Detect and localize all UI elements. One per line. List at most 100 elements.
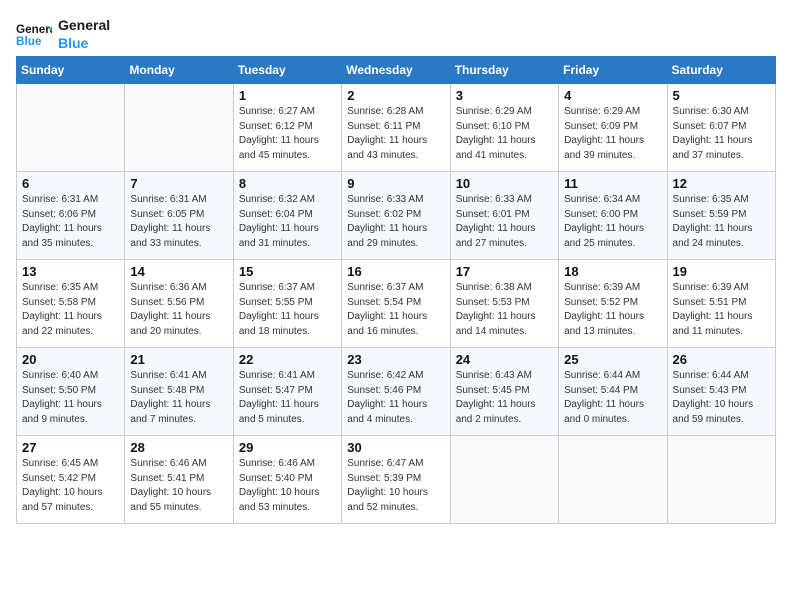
calendar-cell: 25Sunrise: 6:44 AM Sunset: 5:44 PM Dayli… <box>559 348 667 436</box>
day-info: Sunrise: 6:28 AM Sunset: 6:11 PM Dayligh… <box>347 105 444 163</box>
day-number: 8 <box>239 176 336 191</box>
calendar-cell <box>125 84 233 172</box>
day-info: Sunrise: 6:41 AM Sunset: 5:48 PM Dayligh… <box>130 369 227 427</box>
calendar-cell: 4Sunrise: 6:29 AM Sunset: 6:09 PM Daylig… <box>559 84 667 172</box>
calendar-cell <box>17 84 125 172</box>
day-number: 17 <box>456 264 553 279</box>
day-info: Sunrise: 6:37 AM Sunset: 5:54 PM Dayligh… <box>347 281 444 339</box>
day-info: Sunrise: 6:34 AM Sunset: 6:00 PM Dayligh… <box>564 193 661 251</box>
day-number: 28 <box>130 440 227 455</box>
day-info: Sunrise: 6:31 AM Sunset: 6:05 PM Dayligh… <box>130 193 227 251</box>
day-number: 12 <box>673 176 770 191</box>
calendar-cell: 9 Sunrise: 6:33 AM Sunset: 6:02 PM Daylig… <box>342 172 450 260</box>
day-number: 5 <box>673 88 770 103</box>
logo-text-blue: Blue <box>58 34 88 52</box>
day-info: Sunrise: 6:30 AM Sunset: 6:07 PM Dayligh… <box>673 105 770 163</box>
day-info: Sunrise: 6:32 AM Sunset: 6:04 PM Dayligh… <box>239 193 336 251</box>
day-info: Sunrise: 6:29 AM Sunset: 6:10 PM Dayligh… <box>456 105 553 163</box>
calendar-cell: 29 Sunrise: 6:46 AM Sunset: 5:40 PM Dayli… <box>233 436 341 524</box>
day-number: 2 <box>347 88 444 103</box>
column-header-wednesday: Wednesday <box>342 57 450 84</box>
day-info: Sunrise: 6:39 AM Sunset: 5:52 PM Dayligh… <box>564 281 661 339</box>
day-number: 1 <box>239 88 336 103</box>
day-number: 11 <box>564 176 661 191</box>
column-header-sunday: Sunday <box>17 57 125 84</box>
day-info: Sunrise: 6:42 AM Sunset: 5:46 PM Dayligh… <box>347 369 444 427</box>
calendar-cell: 15 Sunrise: 6:37 AM Sunset: 5:55 PM Dayli… <box>233 260 341 348</box>
day-info: Sunrise: 6:41 AM Sunset: 5:47 PM Dayligh… <box>239 369 336 427</box>
calendar-cell: 27 Sunrise: 6:45 AM Sunset: 5:42 PM Dayli… <box>17 436 125 524</box>
day-info: Sunrise: 6:35 AM Sunset: 5:58 PM Dayligh… <box>22 281 119 339</box>
day-number: 29 <box>239 440 336 455</box>
calendar-cell: 8 Sunrise: 6:32 AM Sunset: 6:04 PM Daylig… <box>233 172 341 260</box>
calendar-cell: 10 Sunrise: 6:33 AM Sunset: 6:01 PM Dayli… <box>450 172 558 260</box>
calendar-cell: 19 Sunrise: 6:39 AM Sunset: 5:51 PM Dayli… <box>667 260 775 348</box>
day-number: 7 <box>130 176 227 191</box>
day-info: Sunrise: 6:37 AM Sunset: 5:55 PM Dayligh… <box>239 281 336 339</box>
calendar-cell: 7 Sunrise: 6:31 AM Sunset: 6:05 PM Daylig… <box>125 172 233 260</box>
day-number: 26 <box>673 352 770 367</box>
day-number: 15 <box>239 264 336 279</box>
day-number: 24 <box>456 352 553 367</box>
day-info: Sunrise: 6:45 AM Sunset: 5:42 PM Dayligh… <box>22 457 119 515</box>
calendar-cell: 1 Sunrise: 6:27 AM Sunset: 6:12 PM Daylig… <box>233 84 341 172</box>
day-number: 23 <box>347 352 444 367</box>
column-header-thursday: Thursday <box>450 57 558 84</box>
day-number: 10 <box>456 176 553 191</box>
day-info: Sunrise: 6:29 AM Sunset: 6:09 PM Dayligh… <box>564 105 661 163</box>
day-info: Sunrise: 6:47 AM Sunset: 5:39 PM Dayligh… <box>347 457 444 515</box>
calendar-cell <box>667 436 775 524</box>
calendar-cell <box>450 436 558 524</box>
calendar-cell: 3 Sunrise: 6:29 AM Sunset: 6:10 PM Daylig… <box>450 84 558 172</box>
day-number: 9 <box>347 176 444 191</box>
svg-text:Blue: Blue <box>16 35 42 48</box>
calendar-cell: 6 Sunrise: 6:31 AM Sunset: 6:06 PM Daylig… <box>17 172 125 260</box>
day-number: 14 <box>130 264 227 279</box>
day-number: 13 <box>22 264 119 279</box>
calendar-cell <box>559 436 667 524</box>
page-header: General Blue General Blue <box>16 16 776 52</box>
day-info: Sunrise: 6:27 AM Sunset: 6:12 PM Dayligh… <box>239 105 336 163</box>
day-number: 16 <box>347 264 444 279</box>
day-number: 19 <box>673 264 770 279</box>
calendar-cell: 21 Sunrise: 6:41 AM Sunset: 5:48 PM Dayli… <box>125 348 233 436</box>
day-number: 6 <box>22 176 119 191</box>
calendar-cell: 16 Sunrise: 6:37 AM Sunset: 5:54 PM Dayli… <box>342 260 450 348</box>
day-number: 25 <box>564 352 661 367</box>
column-header-friday: Friday <box>559 57 667 84</box>
calendar-cell: 30Sunrise: 6:47 AM Sunset: 5:39 PM Dayli… <box>342 436 450 524</box>
day-info: Sunrise: 6:38 AM Sunset: 5:53 PM Dayligh… <box>456 281 553 339</box>
calendar-cell: 23 Sunrise: 6:42 AM Sunset: 5:46 PM Dayli… <box>342 348 450 436</box>
calendar-cell: 26 Sunrise: 6:44 AM Sunset: 5:43 PM Dayli… <box>667 348 775 436</box>
logo-text-general: General <box>58 16 110 34</box>
day-number: 3 <box>456 88 553 103</box>
calendar-cell: 17 Sunrise: 6:38 AM Sunset: 5:53 PM Dayli… <box>450 260 558 348</box>
day-info: Sunrise: 6:33 AM Sunset: 6:01 PM Dayligh… <box>456 193 553 251</box>
calendar-cell: 20Sunrise: 6:40 AM Sunset: 5:50 PM Dayli… <box>17 348 125 436</box>
day-number: 21 <box>130 352 227 367</box>
calendar-cell: 12 Sunrise: 6:35 AM Sunset: 5:59 PM Dayli… <box>667 172 775 260</box>
day-info: Sunrise: 6:33 AM Sunset: 6:02 PM Dayligh… <box>347 193 444 251</box>
day-info: Sunrise: 6:44 AM Sunset: 5:43 PM Dayligh… <box>673 369 770 427</box>
day-info: Sunrise: 6:46 AM Sunset: 5:40 PM Dayligh… <box>239 457 336 515</box>
calendar-cell: 18 Sunrise: 6:39 AM Sunset: 5:52 PM Dayli… <box>559 260 667 348</box>
column-header-monday: Monday <box>125 57 233 84</box>
day-info: Sunrise: 6:36 AM Sunset: 5:56 PM Dayligh… <box>130 281 227 339</box>
day-info: Sunrise: 6:31 AM Sunset: 6:06 PM Dayligh… <box>22 193 119 251</box>
day-info: Sunrise: 6:43 AM Sunset: 5:45 PM Dayligh… <box>456 369 553 427</box>
day-number: 27 <box>22 440 119 455</box>
column-header-tuesday: Tuesday <box>233 57 341 84</box>
logo: General Blue General Blue <box>16 16 110 52</box>
calendar-cell: 28 Sunrise: 6:46 AM Sunset: 5:41 PM Dayli… <box>125 436 233 524</box>
day-info: Sunrise: 6:39 AM Sunset: 5:51 PM Dayligh… <box>673 281 770 339</box>
calendar-cell: 2 Sunrise: 6:28 AM Sunset: 6:11 PM Daylig… <box>342 84 450 172</box>
day-number: 22 <box>239 352 336 367</box>
calendar-cell: 14 Sunrise: 6:36 AM Sunset: 5:56 PM Dayli… <box>125 260 233 348</box>
day-number: 18 <box>564 264 661 279</box>
day-info: Sunrise: 6:35 AM Sunset: 5:59 PM Dayligh… <box>673 193 770 251</box>
day-info: Sunrise: 6:46 AM Sunset: 5:41 PM Dayligh… <box>130 457 227 515</box>
calendar-cell: 11 Sunrise: 6:34 AM Sunset: 6:00 PM Dayli… <box>559 172 667 260</box>
day-info: Sunrise: 6:40 AM Sunset: 5:50 PM Dayligh… <box>22 369 119 427</box>
column-header-saturday: Saturday <box>667 57 775 84</box>
calendar-cell: 24 Sunrise: 6:43 AM Sunset: 5:45 PM Dayli… <box>450 348 558 436</box>
